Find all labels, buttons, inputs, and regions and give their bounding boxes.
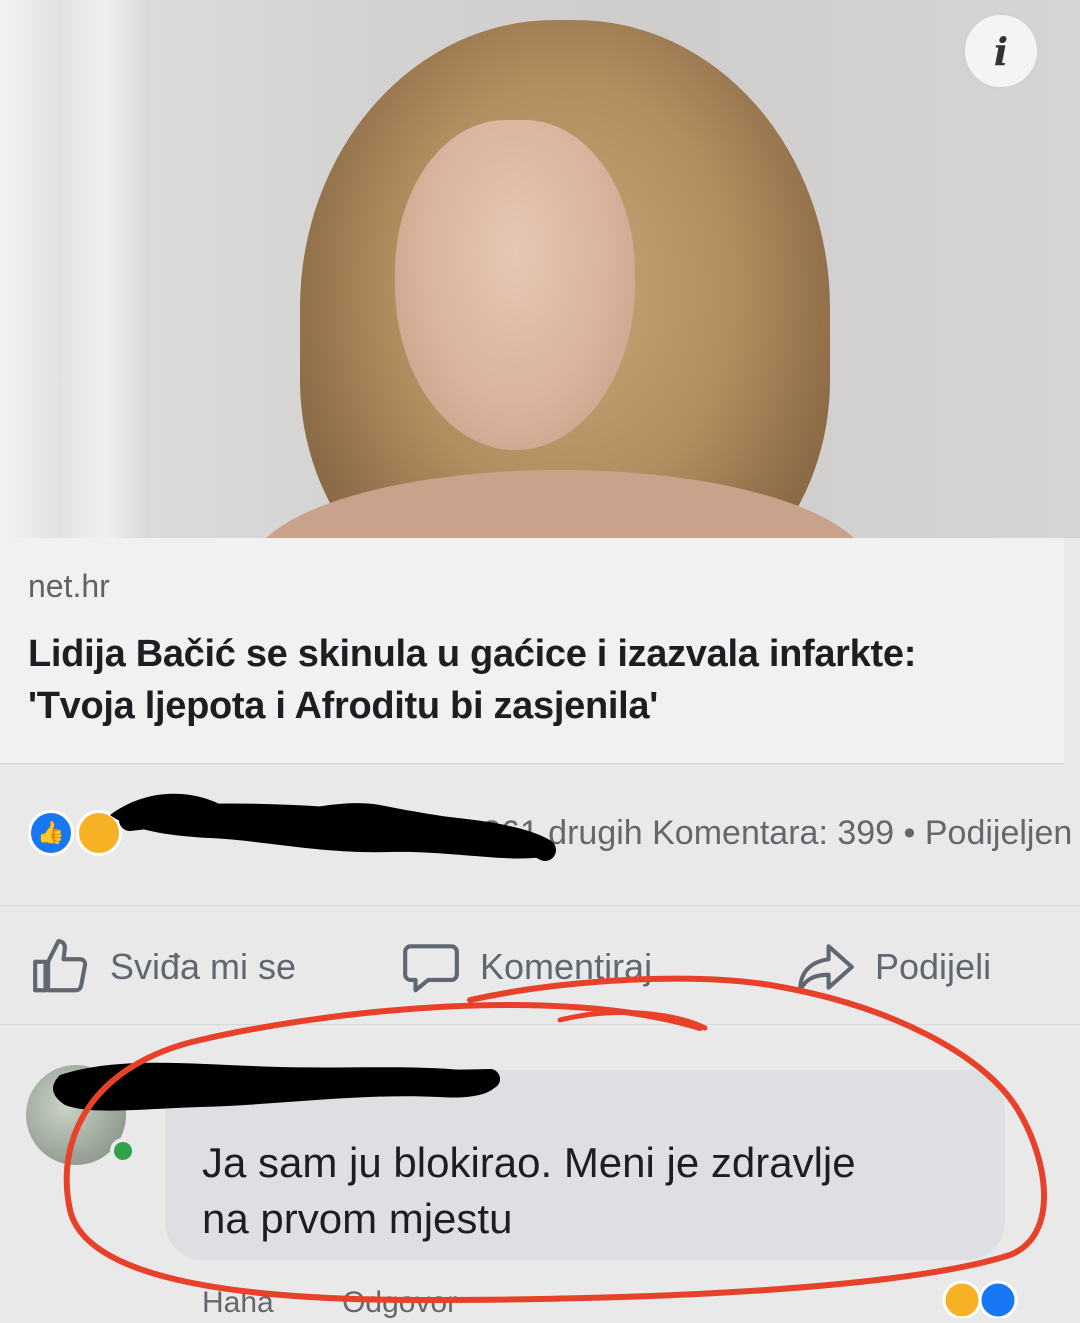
reactions-row[interactable]: 👍 261 drugih Komentara: 399 • Podijeljen [0,780,1080,890]
like-label: Sviđa mi se [110,946,297,987]
like-icon: 👍 [28,810,74,856]
speech-bubble-icon [403,944,459,993]
info-icon[interactable]: i [962,12,1040,90]
action-bar: Sviđa mi se Komentiraj Podijeli [0,905,1080,1025]
comment-text: Ja sam ju blokirao. Meni je zdravlje na … [202,1135,982,1247]
curtain [0,0,150,538]
post-photo[interactable]: i [0,0,1080,538]
comment-line-2: na prvom mjestu [202,1195,513,1242]
headline-line-2: 'Tvoja ljepota i Afroditu bi zasjenila' [28,685,658,727]
share-label: Podijeli [875,946,992,987]
share-button[interactable]: Podijeli [795,936,991,998]
link-domain: net.hr [28,568,110,604]
link-headline[interactable]: Lidija Bačić se skinula u gaćice i izazv… [28,628,1058,732]
comment-line-1: Ja sam ju blokirao. Meni je zdravlje [202,1139,856,1186]
face [395,120,635,450]
comment-reactions[interactable] [940,1278,1040,1323]
haha-icon [76,810,122,856]
headline-line-1: Lidija Bačić se skinula u gaćice i izazv… [28,633,917,675]
like-button[interactable]: Sviđa mi se [30,936,296,998]
link-preview[interactable]: net.hr Lidija Bačić se skinula u gaćice … [0,538,1064,764]
comment-footer: Haha Odgovor [202,1286,517,1320]
comment-button[interactable]: Komentiraj [400,936,652,998]
comment-reaction-icons [942,1280,1018,1320]
reaction-summary[interactable]: 261 drugih Komentara: 399 • Podijeljen [482,814,1072,853]
comment-label: Komentiraj [480,946,653,987]
share-arrow-icon [798,944,854,993]
reply-link[interactable]: Odgovor [342,1286,457,1319]
online-status-dot [110,1138,136,1164]
thumbs-up-icon [33,939,88,993]
haha-link[interactable]: Haha [202,1286,274,1319]
